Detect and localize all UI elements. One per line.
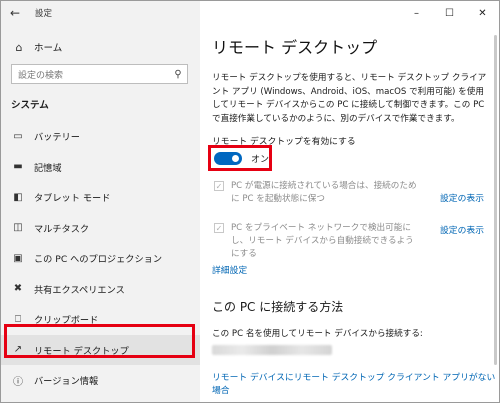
shared-experience-icon: ✖ bbox=[13, 283, 23, 295]
maximize-icon: ☐ bbox=[445, 7, 454, 19]
projection-icon: ▣ bbox=[13, 252, 23, 264]
show-settings-link-1[interactable]: 設定の表示 bbox=[440, 191, 484, 204]
discoverable-checkbox[interactable]: ✓ bbox=[214, 223, 224, 233]
settings-window: ← 設定 ⌂ ホーム 設定の検索 ⚲ システム ▭ バッテリー ▬ 記憶域 ◧ … bbox=[0, 0, 500, 403]
sidebar-item-battery[interactable]: ▭ バッテリー bbox=[1, 121, 200, 152]
main-pane: – ☐ ✕ リモート デスクトップ リモート デスクトップを使用すると、リモート… bbox=[200, 1, 499, 402]
advanced-settings-link[interactable]: 詳細設定 bbox=[212, 263, 247, 276]
sidebar-item-label: この PC へのプロジェクション bbox=[34, 254, 163, 266]
option-discoverable: ✓ PC をプライベート ネットワークで検出可能にし、リモート デバイスから自動… bbox=[214, 222, 421, 261]
sidebar-item-shared-experience[interactable]: ✖ 共有エクスペリエンス bbox=[1, 274, 200, 305]
sidebar-item-label: バージョン情報 bbox=[34, 376, 99, 388]
sidebar-item-label: バッテリー bbox=[34, 132, 80, 144]
sidebar-item-label: タブレット モード bbox=[34, 193, 111, 205]
back-button[interactable]: ← bbox=[3, 1, 27, 25]
home-label: ホーム bbox=[34, 43, 63, 54]
sidebar-item-label: 記憶域 bbox=[34, 162, 62, 174]
window-controls: – ☐ ✕ bbox=[379, 1, 499, 25]
search-icon[interactable]: ⚲ bbox=[169, 69, 187, 80]
close-button[interactable]: ✕ bbox=[466, 1, 499, 25]
back-arrow-icon: ← bbox=[9, 6, 21, 20]
no-client-app-link[interactable]: リモート デバイスにリモート デスクトップ クライアント アプリがない場合 bbox=[212, 370, 499, 396]
show-settings-link-2[interactable]: 設定の表示 bbox=[440, 223, 484, 236]
scrollbar[interactable] bbox=[494, 35, 497, 365]
home-icon: ⌂ bbox=[15, 40, 23, 54]
minimize-button[interactable]: – bbox=[400, 1, 433, 25]
highlight-box-remote-desktop bbox=[4, 324, 195, 358]
highlight-box-toggle bbox=[208, 145, 272, 171]
search-input[interactable]: 設定の検索 bbox=[12, 68, 169, 81]
sidebar-item-storage[interactable]: ▬ 記憶域 bbox=[1, 152, 200, 183]
sidebar-item-projection[interactable]: ▣ この PC へのプロジェクション bbox=[1, 243, 200, 274]
maximize-button[interactable]: ☐ bbox=[433, 1, 466, 25]
option-keep-awake: ✓ PC が電源に接続されている場合は、接続のために PC を起動状態に保つ bbox=[214, 180, 421, 206]
window-title: 設定 bbox=[35, 9, 53, 19]
title-bar: ← 設定 bbox=[1, 1, 200, 25]
connect-label: この PC 名を使用してリモート デバイスから接続する: bbox=[212, 329, 423, 339]
pc-name-blurred bbox=[212, 345, 332, 355]
search-box[interactable]: 設定の検索 ⚲ bbox=[11, 64, 188, 84]
sidebar-item-label: マルチタスク bbox=[34, 223, 90, 235]
multitasking-icon: ◫ bbox=[13, 222, 23, 234]
checkmark-icon: ✓ bbox=[215, 181, 223, 191]
sidebar-item-label: 共有エクスペリエンス bbox=[34, 284, 125, 296]
battery-icon: ▭ bbox=[13, 130, 23, 142]
close-icon: ✕ bbox=[478, 7, 487, 19]
description-text: リモート デスクトップを使用すると、リモート デスクトップ クライアント アプリ… bbox=[212, 73, 487, 124]
page-title: リモート デスクトップ bbox=[212, 38, 378, 57]
sidebar-item-about[interactable]: ⓘ バージョン情報 bbox=[1, 365, 200, 396]
discoverable-text: PC をプライベート ネットワークで検出可能にし、リモート デバイスから自動接続… bbox=[231, 223, 414, 259]
storage-icon: ▬ bbox=[13, 161, 23, 173]
connect-heading: この PC に接続する方法 bbox=[212, 300, 344, 314]
keep-awake-checkbox[interactable]: ✓ bbox=[214, 181, 224, 191]
keep-awake-text: PC が電源に接続されている場合は、接続のために PC を起動状態に保つ bbox=[231, 181, 417, 204]
home-nav-item[interactable]: ⌂ ホーム bbox=[1, 34, 200, 60]
checkmark-icon: ✓ bbox=[215, 223, 223, 233]
sidebar-item-multitasking[interactable]: ◫ マルチタスク bbox=[1, 213, 200, 244]
section-title: システム bbox=[11, 100, 49, 111]
minimize-icon: – bbox=[414, 7, 419, 19]
tablet-mode-icon: ◧ bbox=[13, 191, 23, 203]
sidebar-item-tablet-mode[interactable]: ◧ タブレット モード bbox=[1, 182, 200, 213]
info-icon: ⓘ bbox=[13, 376, 23, 388]
